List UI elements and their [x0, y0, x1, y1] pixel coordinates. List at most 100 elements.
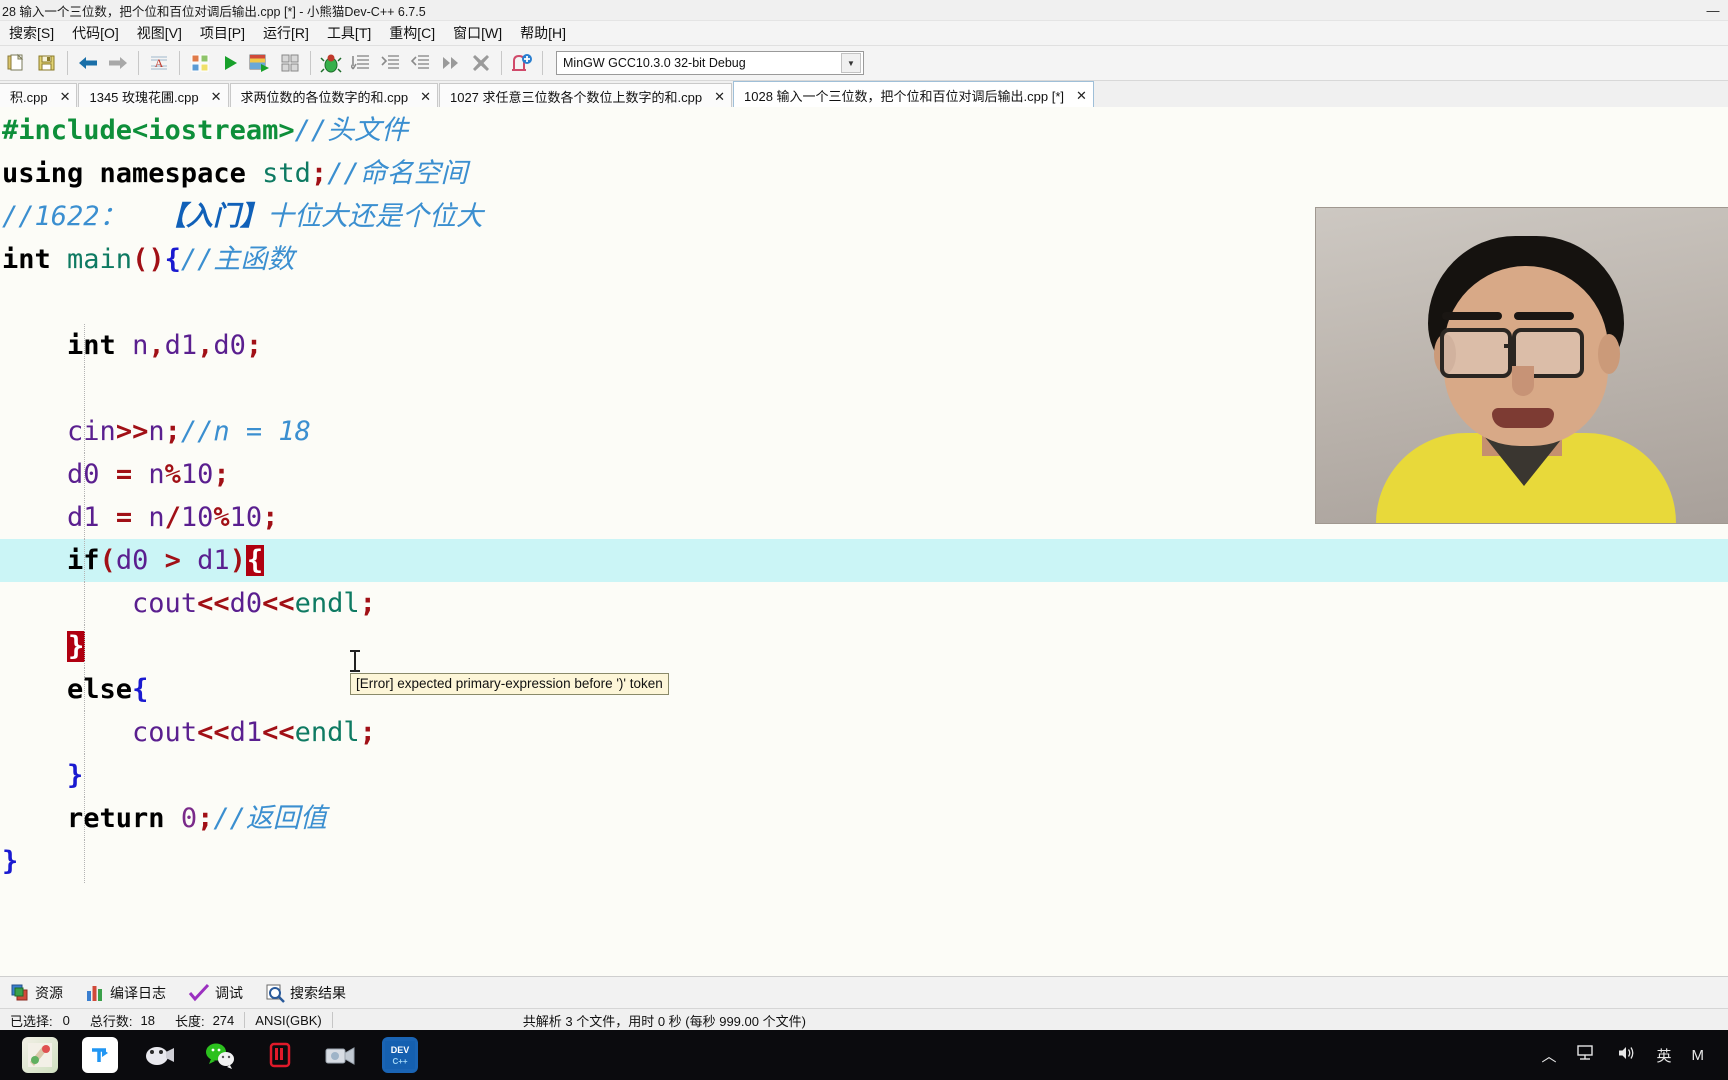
- find-icon[interactable]: A: [145, 49, 173, 77]
- code-token: }: [2, 846, 19, 877]
- debug-icon[interactable]: [317, 49, 345, 77]
- code-token: =: [115, 459, 149, 490]
- tab-label: 1027 求任意三位数各个数位上数字的和.cpp: [449, 89, 703, 105]
- tim-icon[interactable]: [82, 1037, 118, 1073]
- code-line[interactable]: }: [0, 754, 1728, 797]
- code-token: //n = 18: [180, 416, 311, 447]
- code-line[interactable]: if(d0 > d1){: [0, 539, 1728, 582]
- code-line[interactable]: else{: [0, 668, 1728, 711]
- compile-run-icon[interactable]: [246, 49, 274, 77]
- status-encoding: ANSI(GBK): [255, 1012, 322, 1028]
- code-token: cout: [132, 717, 198, 748]
- windows-taskbar: DEV C++ ︿ 英 M: [0, 1030, 1728, 1080]
- code-token: %: [164, 459, 181, 490]
- rebuild-icon[interactable]: [276, 49, 304, 77]
- window-title: 28 输入一个三位数，把个位和百位对调后输出.cpp [*] - 小熊猫Dev-…: [2, 4, 426, 19]
- code-token: {: [245, 545, 265, 576]
- menu-item-view[interactable]: 视图[V]: [128, 21, 191, 45]
- code-token: <<: [197, 717, 230, 748]
- panel-tab-debug[interactable]: 调试: [188, 983, 243, 1003]
- close-icon[interactable]: ✕: [1076, 89, 1087, 102]
- tab-1027-three-digit-sum[interactable]: 1027 求任意三位数各个数位上数字的和.cpp ✕: [438, 83, 732, 108]
- chevron-down-icon[interactable]: ▼: [841, 53, 861, 73]
- new-file-icon[interactable]: [3, 49, 31, 77]
- wechat-icon[interactable]: [202, 1037, 238, 1073]
- toolbar-separator: [67, 51, 68, 75]
- code-token: {: [132, 674, 149, 705]
- tab-label: 1345 玫瑰花圃.cpp: [89, 89, 199, 105]
- code-token: n: [132, 330, 149, 361]
- status-total-lines: 总行数: 18: [80, 1010, 165, 1030]
- tencent-meeting-icon[interactable]: [142, 1037, 178, 1073]
- code-line[interactable]: }: [0, 840, 1728, 883]
- tab-area-cpp[interactable]: 积.cpp ✕: [0, 83, 78, 108]
- paint-icon[interactable]: [22, 1037, 58, 1073]
- compile-icon[interactable]: [186, 49, 214, 77]
- menu-item-run[interactable]: 运行[R]: [254, 21, 318, 45]
- code-token: 10: [229, 502, 263, 533]
- compiler-set-dropdown[interactable]: MinGW GCC10.3.0 32-bit Debug ▼: [556, 51, 864, 75]
- minimize-button[interactable]: —: [1698, 3, 1728, 18]
- menu-item-refactor[interactable]: 重构[C]: [380, 21, 444, 45]
- run-icon[interactable]: [216, 49, 244, 77]
- code-token: //命名空间: [327, 158, 468, 189]
- code-line[interactable]: using namespace std;//命名空间: [0, 152, 1728, 195]
- code-token: ,: [197, 330, 214, 361]
- code-line[interactable]: cout<<d1<<endl;: [0, 711, 1728, 754]
- code-line[interactable]: }: [0, 625, 1728, 668]
- indent-guide: [84, 496, 85, 539]
- code-token: int: [67, 330, 133, 361]
- code-line[interactable]: #include<iostream>//头文件: [0, 109, 1728, 152]
- code-token: <<: [262, 588, 295, 619]
- ime-indicator[interactable]: 英: [1656, 1045, 1671, 1066]
- status-parse-info: 共解析 3 个文件，用时 0 秒 (每秒 999.00 个文件): [522, 1013, 806, 1029]
- menu-item-tools[interactable]: 工具[T]: [318, 21, 380, 45]
- person-brow-right: [1514, 312, 1574, 320]
- menu-item-project[interactable]: 项目[P]: [191, 21, 254, 45]
- tray-more-icon[interactable]: M: [1692, 1047, 1705, 1064]
- code-token: d1: [229, 717, 263, 748]
- step-over-icon[interactable]: [377, 49, 405, 77]
- close-icon[interactable]: ✕: [60, 90, 71, 103]
- panel-tab-search-results[interactable]: 搜索结果: [265, 983, 346, 1003]
- stop-icon[interactable]: [467, 49, 495, 77]
- close-icon[interactable]: ✕: [714, 90, 725, 103]
- tab-1028-swap-digits[interactable]: 1028 输入一个三位数，把个位和百位对调后输出.cpp [*] ✕: [733, 81, 1094, 108]
- camera-icon[interactable]: [322, 1037, 358, 1073]
- indent-guide: [84, 453, 85, 496]
- code-editor[interactable]: #include<iostream>//头文件 using namespace s…: [0, 107, 1728, 976]
- tab-1345-rose-garden[interactable]: 1345 玫瑰花圃.cpp ✕: [78, 83, 229, 108]
- code-token: std: [262, 158, 311, 189]
- code-line[interactable]: return 0;//返回值: [0, 797, 1728, 840]
- tab-two-digit-sum[interactable]: 求两位数的各位数字的和.cpp ✕: [229, 83, 438, 108]
- panel-tab-resources[interactable]: 资源: [10, 983, 63, 1003]
- code-token: <<: [197, 588, 230, 619]
- step-into-icon[interactable]: [347, 49, 375, 77]
- menu-item-help[interactable]: 帮助[H]: [511, 21, 575, 45]
- forward-arrow-icon[interactable]: [104, 49, 132, 77]
- step-out-icon[interactable]: [407, 49, 435, 77]
- code-line[interactable]: cout<<d0<<endl;: [0, 582, 1728, 625]
- back-arrow-icon[interactable]: [74, 49, 102, 77]
- recorder-icon[interactable]: [262, 1037, 298, 1073]
- tab-label: 求两位数的各位数字的和.cpp: [240, 89, 409, 105]
- close-icon[interactable]: ✕: [211, 90, 222, 103]
- code-token: }: [67, 631, 86, 662]
- add-breakpoint-icon[interactable]: [508, 49, 536, 77]
- menu-item-window[interactable]: 窗口[W]: [444, 21, 511, 45]
- continue-icon[interactable]: [437, 49, 465, 77]
- menu-item-search[interactable]: 搜索[S]: [0, 21, 63, 45]
- volume-icon[interactable]: [1616, 1044, 1636, 1066]
- panel-tab-compile-log[interactable]: 编译日志: [85, 983, 166, 1003]
- network-icon[interactable]: [1576, 1044, 1596, 1066]
- panel-tab-label: 调试: [215, 985, 243, 1001]
- chevron-up-icon[interactable]: ︿: [1541, 1045, 1556, 1066]
- toolbar-separator: [542, 51, 543, 75]
- devcpp-icon[interactable]: DEV C++: [382, 1037, 418, 1073]
- menu-item-code[interactable]: 代码[O]: [63, 21, 128, 45]
- save-icon[interactable]: [33, 49, 61, 77]
- close-icon[interactable]: ✕: [420, 90, 431, 103]
